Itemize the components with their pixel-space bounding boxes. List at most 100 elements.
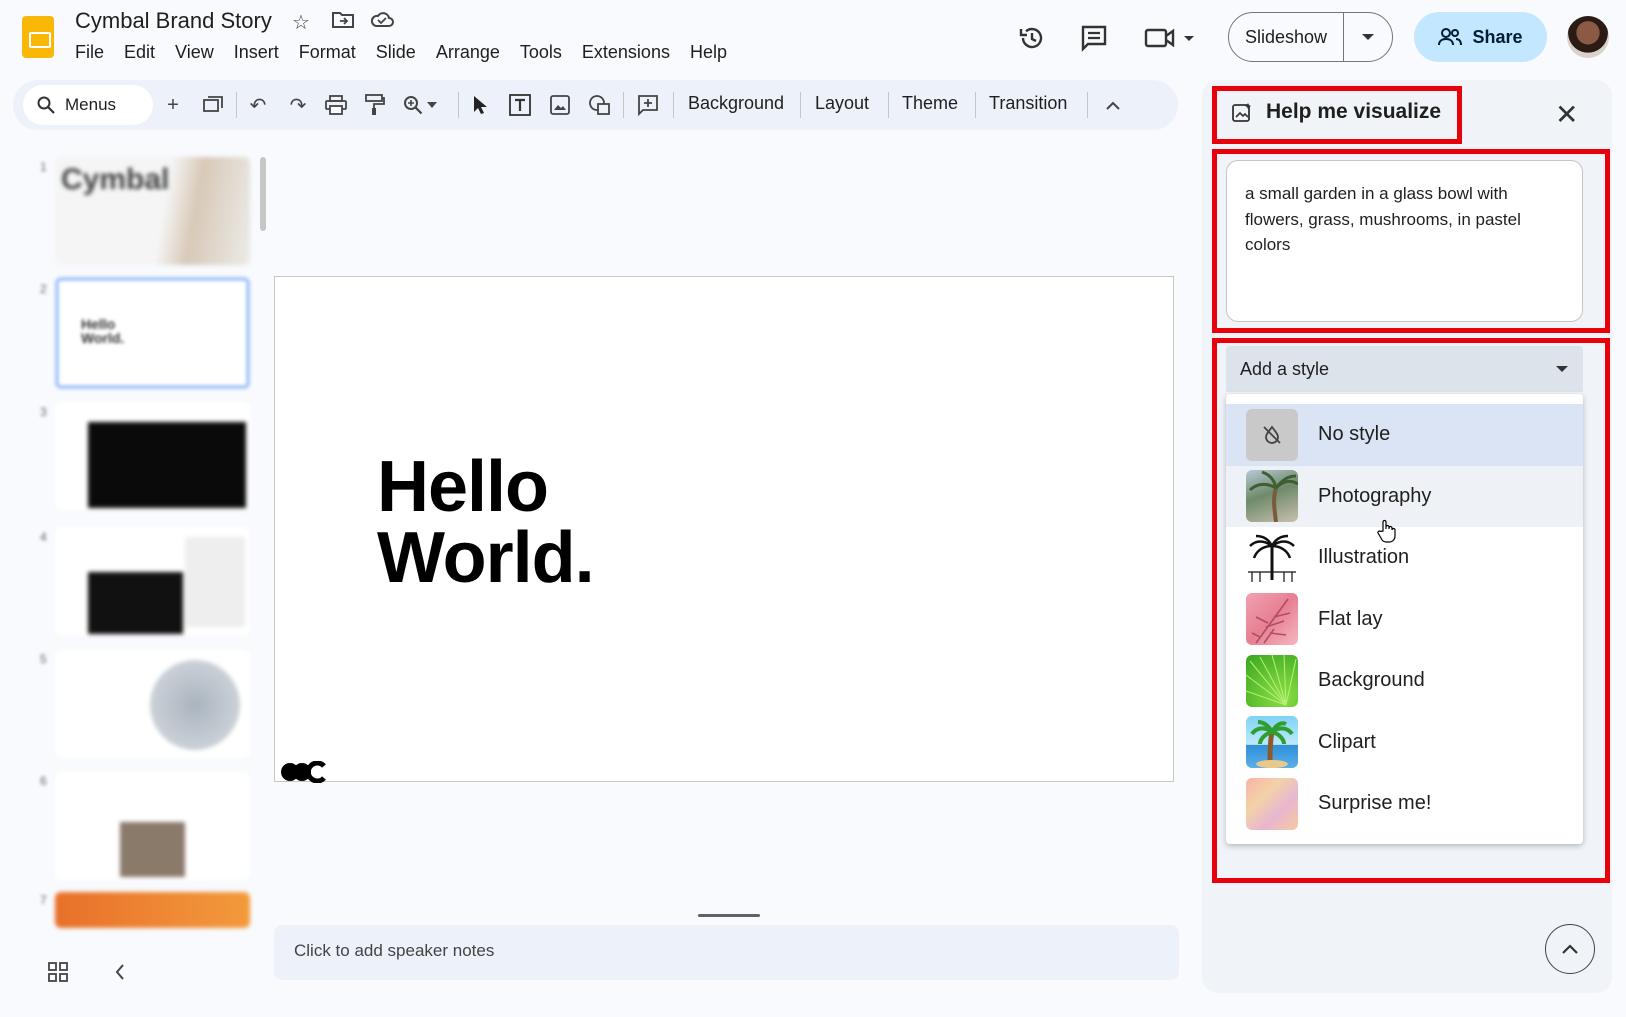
version-history-icon[interactable] bbox=[1012, 18, 1052, 58]
select-cursor-icon[interactable] bbox=[465, 90, 495, 120]
style-option-label: Photography bbox=[1318, 484, 1432, 507]
panel-header: Help me visualize bbox=[1232, 100, 1441, 124]
clipart-thumb bbox=[1246, 716, 1298, 769]
image-icon[interactable] bbox=[545, 90, 575, 120]
toolbar: Menus + ↶ ↷ Background Layout Theme Tran… bbox=[13, 80, 1178, 130]
star-icon[interactable]: ☆ bbox=[292, 10, 310, 35]
chevron-down-icon bbox=[1556, 366, 1568, 372]
style-option-surprise-me[interactable]: Surprise me! bbox=[1226, 773, 1583, 835]
shape-icon[interactable] bbox=[585, 90, 615, 120]
flat-lay-thumb bbox=[1246, 593, 1298, 646]
notes-resize-handle[interactable] bbox=[698, 914, 760, 917]
menu-arrange[interactable]: Arrange bbox=[426, 42, 510, 63]
search-icon bbox=[37, 96, 55, 114]
background-thumb bbox=[1246, 654, 1298, 707]
slide-heading-line-2: World. bbox=[377, 517, 595, 598]
slide-heading[interactable]: Hello World. bbox=[377, 447, 595, 598]
redo-icon[interactable]: ↷ bbox=[283, 90, 313, 120]
theme-button[interactable]: Theme bbox=[902, 93, 958, 114]
slide-canvas[interactable]: Hello World. bbox=[274, 276, 1174, 784]
layout-button[interactable]: Layout bbox=[815, 93, 869, 114]
slideshow-options-button[interactable] bbox=[1344, 13, 1392, 61]
slides-logo[interactable] bbox=[22, 16, 54, 58]
slide-thumbnail-4[interactable] bbox=[55, 527, 250, 635]
hand-cursor-icon bbox=[1377, 519, 1397, 548]
background-button[interactable]: Background bbox=[688, 93, 784, 114]
undo-icon[interactable]: ↶ bbox=[243, 90, 273, 120]
menus-search[interactable]: Menus bbox=[23, 85, 153, 125]
chevron-down-icon bbox=[1362, 34, 1374, 40]
style-option-illustration[interactable]: Illustration bbox=[1226, 527, 1583, 589]
new-slide-icon[interactable]: + bbox=[158, 90, 188, 120]
filmstrip-scrollbar[interactable] bbox=[260, 157, 266, 231]
no-style-icon bbox=[1246, 408, 1298, 461]
new-slide-layout-icon[interactable] bbox=[198, 90, 228, 120]
slide-thumbnail-6[interactable] bbox=[55, 772, 250, 880]
slide-thumbnail-2[interactable]: Hello World. bbox=[55, 277, 250, 389]
menu-insert[interactable]: Insert bbox=[224, 42, 289, 63]
menu-bar: File Edit View Insert Format Slide Arran… bbox=[75, 42, 737, 63]
close-icon[interactable]: ✕ bbox=[1555, 98, 1578, 131]
paint-format-icon[interactable] bbox=[360, 90, 390, 120]
slide-number: 5 bbox=[40, 652, 47, 666]
visualize-icon bbox=[1232, 103, 1251, 122]
menu-slide[interactable]: Slide bbox=[366, 42, 426, 63]
slide-number: 3 bbox=[40, 405, 47, 419]
print-icon[interactable] bbox=[321, 90, 351, 120]
surprise-thumb bbox=[1246, 777, 1298, 830]
style-select-label: Add a style bbox=[1240, 358, 1330, 379]
cloud-saved-icon[interactable] bbox=[370, 10, 394, 34]
share-button[interactable]: Share bbox=[1414, 12, 1547, 62]
slide-thumbnail-3[interactable] bbox=[55, 402, 250, 510]
style-option-photography[interactable]: Photography bbox=[1226, 465, 1583, 527]
menu-edit[interactable]: Edit bbox=[114, 42, 165, 63]
avatar[interactable] bbox=[1567, 16, 1609, 58]
grid-view-icon[interactable] bbox=[48, 962, 68, 987]
zoom-dropdown-icon[interactable] bbox=[423, 90, 441, 120]
slideshow-button[interactable]: Slideshow bbox=[1229, 13, 1344, 61]
expand-panel-button[interactable] bbox=[1545, 924, 1595, 974]
style-option-label: No style bbox=[1318, 423, 1391, 446]
speaker-notes[interactable]: Click to add speaker notes bbox=[274, 925, 1179, 980]
slide-number: 4 bbox=[40, 530, 47, 544]
menu-view[interactable]: View bbox=[165, 42, 224, 63]
style-option-background[interactable]: Background bbox=[1226, 650, 1583, 712]
style-select[interactable]: Add a style bbox=[1226, 346, 1583, 392]
slide-number: 2 bbox=[40, 282, 47, 296]
style-option-label: Illustration bbox=[1318, 546, 1410, 569]
menus-label: Menus bbox=[65, 95, 117, 114]
photography-thumb bbox=[1246, 470, 1298, 523]
panel-title: Help me visualize bbox=[1266, 100, 1442, 123]
move-folder-icon[interactable] bbox=[332, 10, 354, 34]
style-option-flat-lay[interactable]: Flat lay bbox=[1226, 589, 1583, 651]
collapse-filmstrip-icon[interactable] bbox=[115, 964, 125, 985]
chevron-up-icon bbox=[1562, 944, 1578, 954]
cymbal-logo-icon bbox=[280, 760, 326, 788]
prompt-input[interactable]: a small garden in a glass bowl with flow… bbox=[1226, 160, 1583, 322]
slide-thumbnail-5[interactable] bbox=[55, 650, 250, 758]
menu-extensions[interactable]: Extensions bbox=[572, 42, 680, 63]
menu-file[interactable]: File bbox=[75, 42, 114, 63]
meet-icon[interactable] bbox=[1142, 18, 1202, 58]
slide-thumbnail-1[interactable]: Cymbal bbox=[55, 157, 250, 265]
text-box-icon[interactable] bbox=[505, 90, 535, 120]
style-option-label: Background bbox=[1318, 669, 1425, 692]
slide-heading-line-1: Hello bbox=[377, 447, 549, 527]
comments-icon[interactable] bbox=[1074, 18, 1114, 58]
slide-number: 1 bbox=[40, 160, 47, 174]
style-option-clipart[interactable]: Clipart bbox=[1226, 712, 1583, 774]
style-option-label: Flat lay bbox=[1318, 607, 1383, 630]
document-title[interactable]: Cymbal Brand Story bbox=[75, 8, 272, 34]
collapse-toolbar-icon[interactable] bbox=[1098, 90, 1128, 120]
add-comment-icon[interactable] bbox=[633, 90, 663, 120]
menu-tools[interactable]: Tools bbox=[510, 42, 572, 63]
share-label: Share bbox=[1472, 26, 1523, 47]
illustration-thumb bbox=[1246, 531, 1298, 584]
style-option-label: Surprise me! bbox=[1318, 792, 1432, 815]
menu-help[interactable]: Help bbox=[680, 42, 737, 63]
transition-button[interactable]: Transition bbox=[989, 93, 1067, 114]
menu-format[interactable]: Format bbox=[289, 42, 366, 63]
style-dropdown-menu: No style Photography Illustration Flat l… bbox=[1226, 394, 1583, 844]
style-option-no-style[interactable]: No style bbox=[1226, 404, 1583, 466]
slide-thumbnail-7[interactable] bbox=[55, 892, 250, 928]
